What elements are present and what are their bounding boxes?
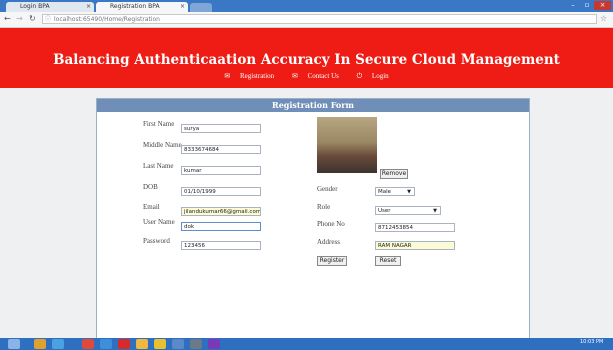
first-name-input[interactable]: surya <box>181 124 261 133</box>
new-tab-button[interactable] <box>190 3 212 12</box>
first-name-label: First Name <box>143 120 175 128</box>
bookmark-star-icon[interactable]: ☆ <box>600 14 607 23</box>
taskbar-app-icon[interactable] <box>52 339 64 349</box>
tab-label: Login BPA <box>20 3 50 10</box>
taskbar-app-icon[interactable] <box>190 339 202 349</box>
close-tab-icon[interactable]: × <box>86 2 91 12</box>
remove-photo-button[interactable]: Remove <box>380 169 408 179</box>
close-tab-icon[interactable]: × <box>180 2 185 12</box>
role-select[interactable]: User ▼ <box>375 206 441 215</box>
registration-panel: Registration Form First Name surya Middl… <box>96 98 530 346</box>
phone-label: Phone No <box>317 220 345 228</box>
url-field[interactable]: ⓘ localhost:65490/Home/Registration <box>42 14 597 24</box>
dob-label: DOB <box>143 183 158 191</box>
ie-icon[interactable] <box>100 339 112 349</box>
middle-name-input[interactable]: 8333674684 <box>181 145 261 154</box>
gender-value: Male <box>378 189 392 195</box>
role-label: Role <box>317 203 331 211</box>
nav-label: Contact Us <box>307 72 339 80</box>
nav-label: Registration <box>239 72 275 80</box>
main-nav: ✉ Registration ✉ Contact Us ⏻ Login <box>0 72 613 81</box>
tab-registration[interactable]: Registration BPA × <box>96 2 188 12</box>
last-name-label: Last Name <box>143 162 174 170</box>
dropdown-arrow-icon: ▼ <box>407 189 411 195</box>
info-icon: ⓘ <box>45 16 52 23</box>
email-label: Email <box>143 203 160 211</box>
back-icon[interactable]: ← <box>4 14 11 23</box>
close-window-icon[interactable]: × <box>594 1 611 10</box>
reset-button[interactable]: Reset <box>375 256 401 266</box>
address-input[interactable]: RAM NAGAR <box>375 241 455 250</box>
address-label: Address <box>317 238 340 246</box>
role-value: User <box>378 208 391 214</box>
taskbar-app-icon[interactable] <box>172 339 184 349</box>
password-input[interactable]: 123456 <box>181 241 261 250</box>
email-input[interactable]: jilandukumar66@gmail.com <box>181 207 261 216</box>
address-bar: ← → ↻ ⓘ localhost:65490/Home/Registratio… <box>0 12 613 28</box>
site-title: Balancing Authenticaation Accuracy In Se… <box>53 52 560 68</box>
password-label: Password <box>143 237 170 245</box>
clock[interactable]: 10:03 PM <box>580 339 603 345</box>
gender-label: Gender <box>317 185 338 193</box>
register-button[interactable]: Register <box>317 256 347 266</box>
mail-icon: ✉ <box>224 72 231 80</box>
taskbar-app-icon[interactable] <box>136 339 148 349</box>
nav-label: Login <box>371 72 389 80</box>
taskbar: 10:03 PM <box>0 338 613 350</box>
minimize-icon[interactable]: – <box>566 1 580 10</box>
nav-registration[interactable]: ✉ Registration <box>220 72 278 80</box>
user-name-label: User Name <box>143 218 175 226</box>
nav-login[interactable]: ⏻ Login <box>353 72 393 80</box>
middle-name-label: Middle Name <box>143 141 182 149</box>
dropdown-arrow-icon: ▼ <box>433 208 437 214</box>
chrome-icon[interactable] <box>154 339 166 349</box>
reload-icon[interactable]: ↻ <box>29 14 36 23</box>
taskbar-app-icon[interactable] <box>82 339 94 349</box>
tab-login[interactable]: Login BPA × <box>6 2 94 12</box>
maximize-icon[interactable]: ▫ <box>580 1 594 10</box>
profile-photo <box>317 117 377 173</box>
site-header: Balancing Authenticaation Accuracy In Se… <box>0 28 613 88</box>
url-text: localhost:65490/Home/Registration <box>54 16 160 23</box>
tab-label: Registration BPA <box>110 3 160 10</box>
power-icon: ⏻ <box>356 72 363 80</box>
last-name-input[interactable]: kumar <box>181 166 261 175</box>
visual-studio-icon[interactable] <box>208 339 220 349</box>
taskbar-app-icon[interactable] <box>34 339 46 349</box>
phone-input[interactable]: 8712453854 <box>375 223 455 232</box>
start-button[interactable] <box>8 339 20 349</box>
forward-icon[interactable]: → <box>16 14 23 23</box>
mail-icon: ✉ <box>291 72 298 80</box>
panel-heading: Registration Form <box>97 99 529 112</box>
nav-contact-us[interactable]: ✉ Contact Us <box>288 72 343 80</box>
browser-titlebar: Login BPA × Registration BPA × – ▫ × <box>0 0 613 12</box>
gender-select[interactable]: Male ▼ <box>375 187 415 196</box>
dob-input[interactable]: 01/10/1999 <box>181 187 261 196</box>
user-name-input[interactable]: dok <box>181 222 261 231</box>
pdf-icon[interactable] <box>118 339 130 349</box>
